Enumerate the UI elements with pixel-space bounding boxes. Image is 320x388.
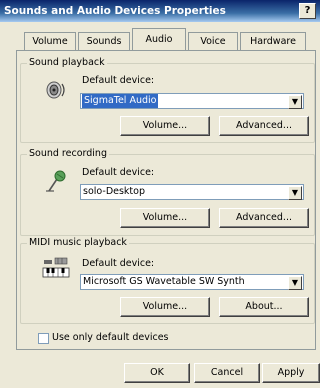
midi-default-label: Default device: bbox=[82, 258, 155, 269]
midi-volume-button[interactable]: Volume... bbox=[120, 297, 210, 317]
use-default-devices-checkbox[interactable] bbox=[38, 333, 49, 344]
playback-device-select[interactable]: SigmaTel Audio ▼ bbox=[80, 93, 304, 109]
speaker-icon bbox=[46, 81, 65, 99]
recording-device-value: solo-Desktop bbox=[83, 186, 145, 197]
apply-button[interactable]: Apply bbox=[262, 363, 320, 383]
midi-playback-label: MIDI music playback bbox=[27, 237, 129, 248]
title-bar: Sounds and Audio Devices Properties ? bbox=[0, 0, 320, 22]
midi-keyboard-icon bbox=[42, 257, 70, 278]
recording-device-select[interactable]: solo-Desktop ▼ bbox=[80, 184, 304, 200]
help-button[interactable]: ? bbox=[299, 3, 316, 19]
recording-volume-button[interactable]: Volume... bbox=[120, 208, 210, 228]
tab-voice[interactable]: Voice bbox=[188, 32, 238, 50]
chevron-down-icon[interactable]: ▼ bbox=[288, 276, 302, 290]
playback-volume-button[interactable]: Volume... bbox=[120, 116, 210, 136]
microphone-icon bbox=[46, 170, 66, 192]
tab-sounds[interactable]: Sounds bbox=[78, 32, 130, 50]
sound-playback-label: Sound playback bbox=[27, 57, 107, 68]
midi-device-select[interactable]: Microsoft GS Wavetable SW Synth ▼ bbox=[80, 274, 304, 290]
midi-about-button[interactable]: About... bbox=[219, 297, 309, 317]
chevron-down-icon[interactable]: ▼ bbox=[288, 95, 302, 109]
ok-button[interactable]: OK bbox=[124, 363, 190, 383]
tab-volume[interactable]: Volume bbox=[24, 32, 76, 50]
sound-recording-label: Sound recording bbox=[27, 148, 109, 159]
midi-device-value: Microsoft GS Wavetable SW Synth bbox=[83, 276, 245, 287]
playback-default-label: Default device: bbox=[82, 75, 155, 86]
tab-strip: Volume Sounds Audio Voice Hardware bbox=[16, 28, 316, 50]
playback-device-value: SigmaTel Audio bbox=[82, 94, 159, 108]
chevron-down-icon[interactable]: ▼ bbox=[288, 186, 302, 200]
recording-advanced-button[interactable]: Advanced... bbox=[219, 208, 309, 228]
playback-advanced-button[interactable]: Advanced... bbox=[219, 116, 309, 136]
tab-hardware[interactable]: Hardware bbox=[240, 32, 306, 50]
cancel-button[interactable]: Cancel bbox=[194, 363, 260, 383]
tab-audio[interactable]: Audio bbox=[132, 28, 186, 50]
window-title: Sounds and Audio Devices Properties bbox=[4, 5, 226, 17]
recording-default-label: Default device: bbox=[82, 167, 155, 178]
use-default-devices-label[interactable]: Use only default devices bbox=[52, 332, 168, 343]
